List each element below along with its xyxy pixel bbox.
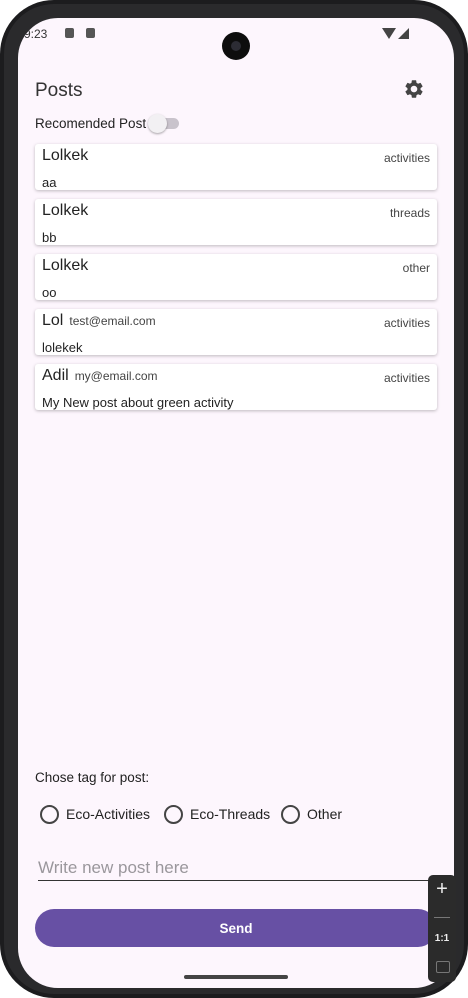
post-tag: other	[402, 261, 430, 275]
front-camera	[222, 32, 250, 60]
post-email: my@email.com	[74, 369, 158, 383]
new-post-input[interactable]	[38, 856, 438, 881]
post-card[interactable]: Lolkek threads bb	[35, 199, 437, 245]
radio-other[interactable]: Other	[281, 804, 342, 824]
post-content: My New post about green activity	[42, 395, 234, 410]
post-author: Lolkek	[42, 202, 89, 219]
zoom-out-button[interactable]	[434, 917, 450, 918]
recommended-post-label: Recomended Post	[35, 116, 147, 131]
zoom-in-button[interactable]: +	[428, 877, 456, 901]
post-card[interactable]: Lolkek other oo	[35, 254, 437, 300]
zoom-controls: + 1:1	[428, 875, 456, 982]
wifi-icon	[382, 28, 396, 39]
radio-label: Eco-Threads	[190, 806, 271, 822]
home-indicator[interactable]	[184, 975, 288, 979]
post-tag: threads	[389, 206, 430, 220]
radio-button[interactable]	[281, 804, 300, 824]
radio-label: Other	[307, 806, 343, 822]
post-content: oo	[42, 285, 57, 300]
radio-button[interactable]	[40, 804, 59, 824]
post-tag: activities	[383, 151, 430, 165]
post-tag: activities	[383, 316, 430, 330]
radio-eco-activities[interactable]: Eco-Activities	[40, 804, 150, 824]
post-content: bb	[42, 230, 57, 245]
post-author: Lolkek	[42, 147, 89, 164]
post-email: test@email.com	[69, 314, 156, 328]
status-time: 9:23	[24, 27, 48, 41]
post-card[interactable]: Adil my@email.com activities My New post …	[35, 364, 437, 410]
post-content: lolekek	[42, 340, 83, 355]
post-content: aa	[42, 175, 57, 190]
radio-eco-threads[interactable]: Eco-Threads	[164, 804, 270, 824]
post-author: Adil	[42, 367, 69, 384]
radio-button[interactable]	[164, 804, 183, 824]
post-author: Lolkek	[42, 257, 89, 274]
radio-label: Eco-Activities	[66, 806, 151, 822]
recommended-toggle-thumb[interactable]	[148, 114, 167, 133]
post-card[interactable]: Lolkek activities aa	[35, 144, 437, 190]
screenshot-icon[interactable]	[436, 961, 450, 973]
signal-icon	[398, 28, 409, 39]
app-screen: 9:23 Posts Recomended Post Lolkek activi…	[18, 18, 454, 988]
zoom-reset-button[interactable]: 1:1	[428, 933, 456, 944]
post-author: Lol	[42, 312, 64, 329]
tag-chooser-label: Chose tag for post:	[35, 770, 150, 785]
device-frame: 9:23 Posts Recomended Post Lolkek activi…	[0, 0, 468, 998]
sd-card-icon	[86, 28, 95, 38]
notification-icon	[65, 28, 74, 38]
post-card[interactable]: Lol test@email.com activities lolekek	[35, 309, 437, 355]
page-title: Posts	[35, 80, 83, 101]
device-bezel: 9:23 Posts Recomended Post Lolkek activi…	[4, 4, 464, 994]
post-tag: activities	[383, 371, 430, 385]
gear-icon[interactable]	[403, 78, 425, 100]
send-button[interactable]: Send	[35, 909, 437, 947]
